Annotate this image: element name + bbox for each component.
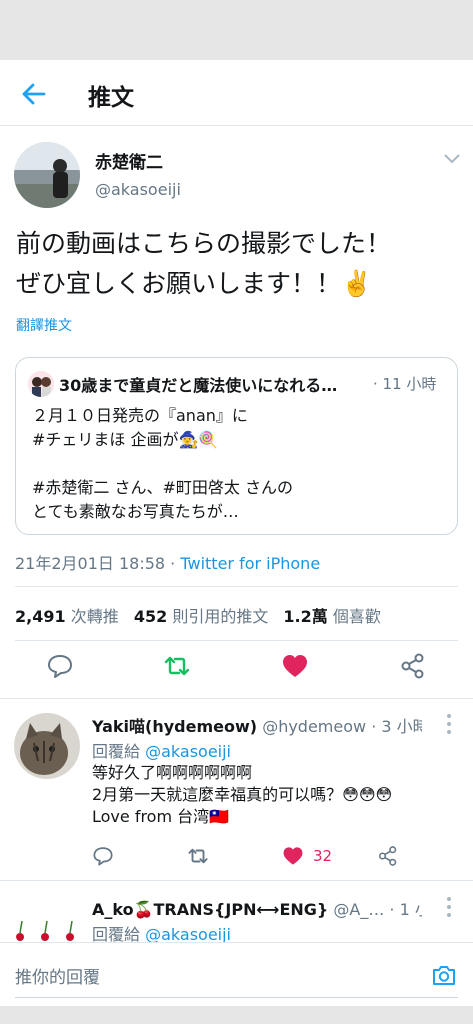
reply-icon[interactable] (46, 652, 74, 680)
reply-to-line: 回覆給 @akasoeiji (92, 738, 231, 762)
share-icon[interactable] (399, 652, 427, 680)
reply-author-name[interactable]: A_ko🍒TRANS{JPN⟷ENG} (92, 900, 328, 919)
author-name[interactable]: 赤楚衛二 (95, 148, 163, 173)
tweet-timestamp: 21年2月01日 18:58 · Twitter for iPhone (15, 550, 320, 574)
share-icon[interactable] (377, 845, 399, 867)
author-handle[interactable]: @akasoeiji (95, 180, 181, 199)
divider (15, 640, 458, 641)
tweet-source-link[interactable]: Twitter for iPhone (180, 554, 320, 573)
status-bar-area (0, 0, 473, 60)
reply-text: 等好久了啊啊啊啊啊啊 2月第一天就這麼幸福真的可以嗎？😳😳😳 Love from… (92, 763, 393, 826)
tweet-detail-screen: 推文 赤楚衛二 @akasoeiji 前の動画はこちらの撮影でした！ ぜひ宜しく… (0, 60, 473, 1006)
reply-author-handle[interactable]: @hydemeow · 3 小時 (262, 717, 422, 736)
like-heart-icon[interactable] (281, 652, 309, 680)
translate-tweet-link[interactable]: 翻譯推文 (16, 315, 72, 335)
quoted-author-avatar (28, 371, 54, 397)
reply-composer: 推你的回覆 (0, 942, 473, 1006)
timestamp-text: 21年2月01日 18:58 · (15, 554, 181, 573)
reply-author-name[interactable]: Yaki喵(hydemeow) (92, 717, 257, 736)
retweet-icon[interactable] (163, 652, 191, 680)
divider (15, 586, 458, 587)
like-heart-icon[interactable] (282, 845, 304, 867)
retweet-count[interactable]: 2,491 (15, 607, 66, 626)
quote-count[interactable]: 452 (134, 607, 167, 626)
more-options-icon[interactable] (445, 713, 453, 735)
reply-to-handle[interactable]: @akasoeiji (145, 742, 231, 761)
author-avatar[interactable] (14, 142, 80, 208)
top-app-bar: 推文 (0, 60, 473, 126)
quoted-time: · 11 小時 (373, 375, 437, 393)
like-count[interactable]: 1.2萬 (283, 607, 327, 626)
engagement-stats: 2,491 次轉推 452 則引用的推文 1.2萬 個喜歡 (15, 603, 391, 627)
more-options-icon[interactable] (445, 896, 453, 918)
retweet-icon[interactable] (187, 845, 209, 867)
like-count-label: 個喜歡 (332, 607, 381, 626)
page-title: 推文 (88, 85, 134, 111)
reply-author-avatar[interactable] (14, 713, 80, 779)
reply-actions: 32 (0, 845, 473, 871)
reply-input[interactable]: 推你的回覆 (15, 963, 100, 988)
reply-tweet[interactable]: A_ko🍒TRANS{JPN⟷ENG} @A_… · 1 小時 回覆給 @aka… (0, 880, 473, 959)
chevron-down-icon[interactable] (442, 152, 462, 166)
tweet-actions (0, 652, 473, 696)
reply-icon[interactable] (92, 845, 114, 867)
quoted-author-name: 30歳まで童貞だと魔法使いになれる… (59, 376, 338, 395)
reply-to-label: 回覆給 (92, 742, 146, 761)
navigation-bar-area (0, 1006, 473, 1024)
composer-underline (15, 997, 458, 998)
reply-header: A_ko🍒TRANS{JPN⟷ENG} @A_… · 1 小時 (92, 896, 422, 920)
retweet-count-label: 次轉推 (70, 607, 119, 626)
reply-tweet[interactable]: Yaki喵(hydemeow) @hydemeow · 3 小時 回覆給 @ak… (0, 698, 473, 880)
reply-header: Yaki喵(hydemeow) @hydemeow · 3 小時 (92, 713, 422, 737)
reply-author-handle[interactable]: @A_… · 1 小時 (333, 900, 422, 919)
tweet-text: 前の動画はこちらの撮影でした！ ぜひ宜しくお願いします！！✌️ (16, 229, 392, 298)
reply-like-count: 32 (313, 847, 333, 865)
quoted-tweet-card[interactable]: 30歳まで童貞だと魔法使いになれる… · 11 小時 ２月１０日発売の『anan… (15, 357, 458, 535)
back-arrow-icon[interactable] (20, 80, 48, 108)
quoted-text: ２月１０日発売の『anan』に #チェリまほ 企画が🧙‍♀️🍭 #赤楚衛二 さん… (32, 406, 293, 521)
quote-count-label: 則引用的推文 (172, 607, 269, 626)
camera-icon[interactable] (431, 962, 457, 988)
